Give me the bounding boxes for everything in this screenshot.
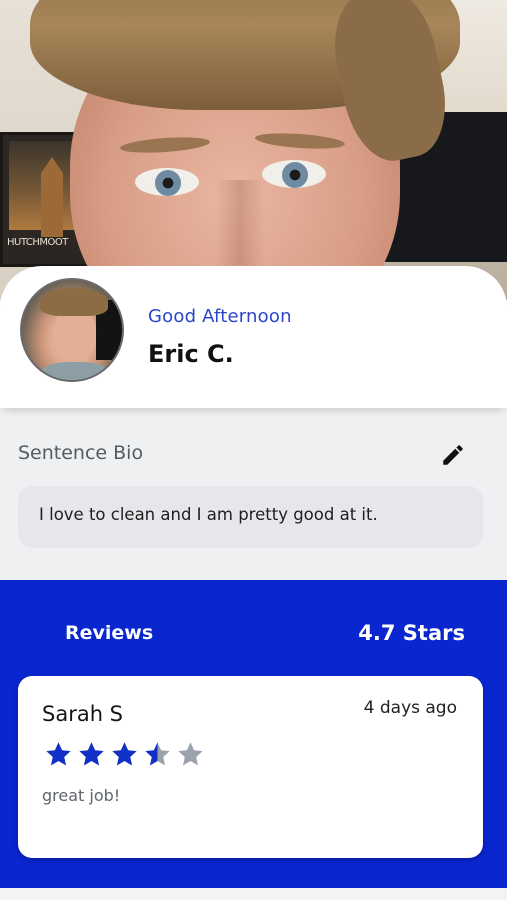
overall-rating: 4.7 Stars	[358, 621, 465, 645]
reviews-section: Reviews 4.7 Stars Sarah S 4 days ago gre…	[0, 580, 507, 888]
bottom-strip	[0, 888, 507, 900]
review-card[interactable]: Sarah S 4 days ago great job!	[18, 676, 483, 858]
nose	[215, 180, 265, 270]
pencil-icon[interactable]	[440, 442, 466, 468]
right-eye	[262, 160, 326, 188]
avatar[interactable]	[20, 278, 124, 382]
poster-tower	[41, 157, 63, 237]
review-timestamp: 4 days ago	[363, 698, 457, 718]
bio-text: I love to clean and I am pretty good at …	[39, 505, 378, 524]
bio-label: Sentence Bio	[18, 442, 144, 464]
greeting-text: Good Afternoon	[148, 306, 292, 327]
bio-section: Sentence Bio I love to clean and I am pr…	[0, 408, 507, 580]
star-half-icon	[145, 742, 170, 766]
star-filled-icon	[79, 742, 104, 766]
star-filled-icon	[112, 742, 137, 766]
review-comment: great job!	[42, 786, 121, 805]
user-name: Eric C.	[148, 340, 234, 368]
bio-text-box[interactable]: I love to clean and I am pretty good at …	[18, 486, 483, 548]
star-empty-icon	[178, 742, 203, 766]
star-rating	[44, 740, 205, 769]
left-eye	[135, 168, 199, 196]
star-filled-icon	[46, 742, 71, 766]
avatar-shirt	[40, 362, 110, 380]
poster-caption: HUTCHMOOT	[7, 237, 68, 248]
profile-header-card: Good Afternoon Eric C.	[0, 266, 507, 408]
hero-photo: HUTCHMOOT	[0, 0, 507, 300]
reviewer-name: Sarah S	[42, 702, 124, 726]
reviews-title: Reviews	[65, 622, 154, 644]
avatar-hair	[40, 288, 108, 316]
